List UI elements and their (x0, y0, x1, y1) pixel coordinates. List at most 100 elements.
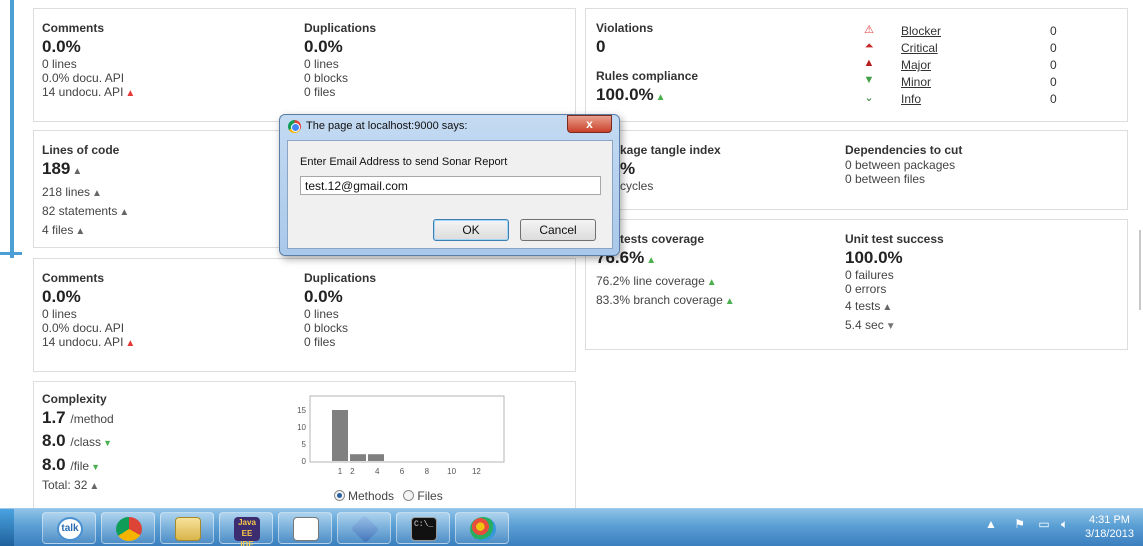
severity-count-critical: 0 (1050, 41, 1057, 55)
taskbar-java-ee-ide[interactable]: Java EE IDE (219, 512, 273, 546)
duplications-lines: 0 lines (304, 307, 339, 321)
left-accent-bar (0, 0, 14, 258)
unit-test-success-block: Unit test success 100.0% 0 failures 0 er… (845, 232, 944, 334)
trend-up-gray-icon: ▲ (72, 166, 83, 177)
dependencies-block: Dependencies to cut 0 between packages 0… (845, 143, 962, 186)
system-clock[interactable]: 4:31 PM 3/18/2013 (1085, 513, 1134, 541)
severity-count-info: 0 (1050, 92, 1057, 106)
complexity-class-unit: /class (70, 435, 102, 449)
comments-title: Comments (42, 21, 105, 35)
trend-up-green-icon: ▲ (706, 277, 717, 288)
dependencies-packages: 0 between packages (845, 158, 956, 172)
y-tick-label: 5 (302, 440, 307, 449)
radio-methods[interactable] (334, 490, 345, 501)
comments-lines: 0 lines (42, 57, 77, 71)
dialog-body: Enter Email Address to send Sonar Report… (287, 140, 613, 249)
duplications-value: 0.0% (304, 37, 343, 56)
info-icon: ⌄ (864, 92, 874, 104)
dependencies-files: 0 between files (845, 172, 926, 186)
dialog-title: The page at localhost:9000 says: (306, 120, 468, 132)
trend-up-gray-icon: ▲ (75, 226, 86, 237)
radio-methods-label: Methods (348, 489, 395, 503)
loc-block: Lines of code 189 ▲ 218 lines ▲ 82 stateme… (42, 143, 129, 239)
duplications-block: Duplications 0.0% 0 lines 0 blocks 0 fil… (304, 271, 376, 349)
blocker-icon: ⚠ (864, 24, 874, 36)
java-ee-ide-label: Java EE IDE (238, 518, 256, 546)
severity-link-blocker[interactable]: Blocker (901, 24, 941, 38)
x-tick-label: 1 (338, 467, 343, 476)
x-tick-label: 8 (425, 467, 430, 476)
severity-link-major[interactable]: Major (901, 58, 931, 72)
show-hidden-icons-icon[interactable]: ▲ (985, 517, 997, 531)
chart-app-icon (293, 517, 319, 541)
duplications-title: Duplications (304, 271, 377, 285)
trend-up-red-icon: ▲ (125, 338, 136, 349)
complexity-bar (350, 454, 366, 461)
duplications-blocks: 0 blocks (304, 321, 349, 335)
system-tray: ▲ ⚑ ▭ 🔈︎ (985, 517, 1068, 532)
trend-down-green-icon: ▼ (103, 438, 112, 448)
critical-icon: ⏶ (864, 40, 874, 52)
taskbar-chart-app[interactable] (278, 512, 332, 544)
radio-files[interactable] (403, 490, 415, 501)
complexity-title: Complexity (42, 392, 107, 406)
dialog-close-button[interactable]: x (567, 115, 612, 133)
email-input[interactable] (300, 176, 601, 195)
paint-icon (470, 517, 496, 541)
taskbar-explorer[interactable] (160, 512, 214, 544)
dependencies-title: Dependencies to cut (845, 143, 963, 157)
severity-link-critical[interactable]: Critical (901, 41, 938, 55)
comments-lines: 0 lines (42, 307, 77, 321)
folder-icon (175, 517, 201, 541)
coverage-panel: tests coverage 76.6% ▲ 76.2% line coverag… (585, 219, 1128, 350)
cmd-icon: C:\_ (411, 517, 437, 541)
duplications-files: 0 files (304, 335, 336, 349)
taskbar-chrome[interactable] (101, 512, 155, 544)
loc-statements: 82 statements (42, 204, 118, 218)
network-icon[interactable]: ▭ (1038, 517, 1049, 531)
ok-button[interactable]: OK (433, 219, 509, 241)
tangle-title: kage tangle index (620, 143, 721, 157)
complexity-method-unit: /method (70, 412, 114, 426)
duplications-title: Duplications (304, 21, 377, 35)
start-button[interactable] (0, 509, 14, 546)
x-tick-label: 12 (472, 467, 481, 476)
major-icon: ▲ (863, 57, 875, 69)
comments-duplications-panel-bottom: Comments 0.0% 0 lines 0.0% docu. API 14 … (33, 258, 576, 372)
radio-files-label: Files (417, 489, 443, 503)
severity-row-info: ⌄ Info 0 (861, 91, 1061, 107)
test-failures: 0 failures (845, 268, 894, 282)
tangle-value: % (620, 159, 636, 178)
taskbar-talk[interactable]: talk (42, 512, 96, 544)
complexity-method-value: 1.7 (42, 408, 66, 427)
cmd-icon-label: C:\_ (414, 520, 434, 529)
tangle-block: kage tangle index % cycles (620, 143, 721, 193)
action-center-flag-icon[interactable]: ⚑ (1014, 517, 1025, 531)
left-accent-tick (0, 252, 22, 255)
prompt-dialog: The page at localhost:9000 says: x Enter… (279, 114, 620, 256)
rules-compliance-value: 100.0% (596, 85, 654, 104)
loc-title: Lines of code (42, 143, 120, 157)
trend-up-red-icon: ▲ (125, 88, 136, 99)
complexity-block: Complexity 1.7 /method 8.0 /class ▼ 8.0 /… (42, 392, 114, 494)
scrollbar-edge[interactable] (1139, 230, 1141, 310)
x-tick-label: 10 (447, 467, 456, 476)
minor-icon: ▼ (863, 74, 875, 86)
windows-taskbar: talk Java EE IDE C:\_ ▲ ⚑ ▭ 🔈︎ 4:31 PM 3… (0, 508, 1143, 546)
taskbar-virtualbox[interactable] (337, 512, 391, 544)
violations-panel: Violations 0 Rules compliance 100.0% ▲ ⚠ … (585, 8, 1128, 122)
dialog-message: Enter Email Address to send Sonar Report (300, 156, 508, 168)
volume-icon[interactable]: 🔈︎ (1061, 517, 1068, 531)
trend-down-green-icon: ▼ (91, 462, 100, 472)
comments-undocu-api: 14 undocu. API (42, 335, 124, 349)
complexity-file-unit: /file (70, 459, 90, 473)
severity-link-info[interactable]: Info (901, 92, 921, 106)
clock-date: 3/18/2013 (1085, 528, 1134, 540)
duplications-value: 0.0% (304, 287, 343, 306)
y-tick-label: 10 (297, 423, 306, 432)
cancel-button[interactable]: Cancel (520, 219, 596, 241)
duplications-files: 0 files (304, 85, 336, 99)
taskbar-paint[interactable] (455, 512, 509, 544)
severity-link-minor[interactable]: Minor (901, 75, 931, 89)
taskbar-cmd[interactable]: C:\_ (396, 512, 450, 544)
